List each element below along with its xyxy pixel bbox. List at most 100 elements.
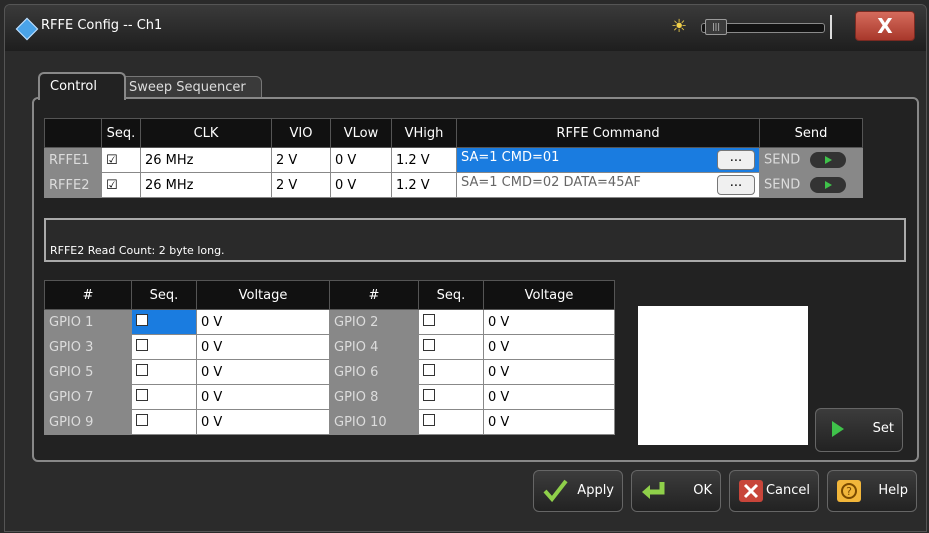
set-label: Set: [872, 421, 894, 436]
seq-checkbox[interactable]: ☑: [101, 172, 141, 198]
apply-button[interactable]: Apply: [533, 470, 623, 512]
table-row: RFFE1 ☑ 26 MHz 2 V 0 V 1.2 V SA=1 CMD=01…: [44, 147, 863, 173]
table-row: RFFE2 ☑ 26 MHz 2 V 0 V 1.2 V SA=1 CMD=02…: [44, 172, 863, 198]
close-button[interactable]: X: [855, 11, 915, 41]
cancel-button[interactable]: Cancel: [729, 470, 819, 512]
gpio-voltage-field[interactable]: 0 V: [196, 334, 330, 360]
command-field[interactable]: SA=1 CMD=02 DATA=45AF ...: [456, 172, 760, 198]
gpio-label: GPIO 1: [44, 309, 132, 335]
gpio-label: GPIO 2: [329, 309, 419, 335]
gpio-voltage-field[interactable]: 0 V: [483, 334, 615, 360]
gpio-voltage-field[interactable]: 0 V: [483, 359, 615, 385]
gpio-label: GPIO 7: [44, 384, 132, 410]
table-row: GPIO 3 0 V GPIO 4 0 V: [44, 334, 615, 360]
gpio-seq-checkbox[interactable]: [418, 384, 484, 410]
send-cell: SEND: [759, 147, 863, 173]
send-play-button[interactable]: [810, 177, 847, 193]
gpio-seq-checkbox[interactable]: [418, 334, 484, 360]
window-title: RFFE Config -- Ch1: [41, 18, 163, 33]
table-row: GPIO 7 0 V GPIO 8 0 V: [44, 384, 615, 410]
rffe-col-send: Send: [759, 118, 863, 148]
command-text: SA=1 CMD=01: [461, 150, 560, 165]
gpio-seq-checkbox[interactable]: [418, 409, 484, 435]
gpio-voltage-field[interactable]: 0 V: [483, 409, 615, 435]
vio-field[interactable]: 2 V: [271, 147, 331, 173]
gpio-voltage-field[interactable]: 0 V: [483, 384, 615, 410]
vlow-field[interactable]: 0 V: [330, 147, 392, 173]
gpio-voltage-field[interactable]: 0 V: [196, 384, 330, 410]
table-row: GPIO 1 0 V GPIO 2 0 V: [44, 309, 615, 335]
play-icon: [832, 421, 844, 437]
clk-field[interactable]: 26 MHz: [140, 147, 272, 173]
gpio-voltage-field[interactable]: 0 V: [196, 309, 330, 335]
rffe-table-header: Seq. CLK VIO VLow VHigh RFFE Command Sen…: [44, 118, 863, 148]
command-text: SA=1 CMD=02 DATA=45AF: [461, 175, 641, 190]
cancel-label: Cancel: [765, 483, 810, 498]
gpio-label: GPIO 8: [329, 384, 419, 410]
command-field[interactable]: SA=1 CMD=01 ...: [456, 147, 760, 173]
gpio-col-voltage: Voltage: [196, 280, 330, 310]
set-button[interactable]: Set: [815, 408, 903, 452]
gpio-col-seq: Seq.: [131, 280, 197, 310]
tab-control[interactable]: Control: [38, 72, 126, 100]
gpio-col-name: #: [329, 280, 419, 310]
rffe-col-command: RFFE Command: [456, 118, 760, 148]
app-diamond-icon: [15, 17, 39, 41]
gpio-empty-area: [638, 306, 808, 445]
help-icon: ?: [837, 480, 861, 502]
gpio-seq-checkbox[interactable]: [131, 359, 197, 385]
gpio-voltage-field[interactable]: 0 V: [483, 309, 615, 335]
gpio-seq-checkbox[interactable]: [131, 409, 197, 435]
vhigh-field[interactable]: 1.2 V: [391, 172, 457, 198]
gpio-seq-checkbox[interactable]: [131, 384, 197, 410]
edit-command-button[interactable]: ...: [717, 175, 755, 195]
send-label: SEND: [764, 152, 801, 168]
gpio-label: GPIO 5: [44, 359, 132, 385]
gpio-seq-checkbox[interactable]: [418, 309, 484, 335]
ok-button[interactable]: OK: [631, 470, 721, 512]
vlow-field[interactable]: 0 V: [330, 172, 392, 198]
send-cell: SEND: [759, 172, 863, 198]
gpio-label: GPIO 4: [329, 334, 419, 360]
gpio-label: GPIO 6: [329, 359, 419, 385]
rffe-col-seq: Seq.: [101, 118, 141, 148]
gpio-voltage-field[interactable]: 0 V: [196, 409, 330, 435]
gpio-col-seq: Seq.: [418, 280, 484, 310]
table-row: GPIO 9 0 V GPIO 10 0 V: [44, 409, 615, 435]
seq-checkbox[interactable]: ☑: [101, 147, 141, 173]
apply-label: Apply: [577, 483, 614, 498]
gpio-col-voltage: Voltage: [483, 280, 615, 310]
clk-field[interactable]: 26 MHz: [140, 172, 272, 198]
vhigh-field[interactable]: 1.2 V: [391, 147, 457, 173]
gpio-seq-checkbox[interactable]: [131, 334, 197, 360]
brightness-slider-thumb[interactable]: |||: [705, 19, 727, 35]
gpio-label: GPIO 10: [329, 409, 419, 435]
send-play-button[interactable]: [810, 152, 847, 168]
gpio-voltage-field[interactable]: 0 V: [196, 359, 330, 385]
help-button[interactable]: ? Help: [827, 470, 917, 512]
rffe-col-vlow: VLow: [330, 118, 392, 148]
send-label: SEND: [764, 177, 801, 193]
gpio-label: GPIO 9: [44, 409, 132, 435]
rffe-table: Seq. CLK VIO VLow VHigh RFFE Command Sen…: [44, 118, 863, 198]
gpio-seq-checkbox[interactable]: [418, 359, 484, 385]
rffe-col-clk: CLK: [140, 118, 272, 148]
x-icon: [739, 480, 763, 502]
rffe-col-vhigh: VHigh: [391, 118, 457, 148]
gpio-label: GPIO 3: [44, 334, 132, 360]
gpio-seq-checkbox[interactable]: [131, 309, 197, 335]
return-arrow-icon: [642, 482, 665, 499]
title-bar: RFFE Config -- Ch1 ☀ ||| X: [5, 5, 926, 51]
rffe-col-vio: VIO: [271, 118, 331, 148]
help-label: Help: [878, 483, 908, 498]
gpio-col-name: #: [44, 280, 132, 310]
separator: [830, 15, 832, 39]
edit-command-button[interactable]: ...: [717, 150, 755, 170]
status-area: RFFE2 Read Count: 2 byte long.: [44, 218, 906, 262]
gpio-table-header: # Seq. Voltage # Seq. Voltage: [44, 280, 615, 310]
rffe-col-name: [44, 118, 102, 148]
checkmark-icon: [543, 479, 568, 503]
status-text: RFFE2 Read Count: 2 byte long.: [50, 244, 225, 257]
rffe-row-label: RFFE2: [44, 172, 102, 198]
vio-field[interactable]: 2 V: [271, 172, 331, 198]
